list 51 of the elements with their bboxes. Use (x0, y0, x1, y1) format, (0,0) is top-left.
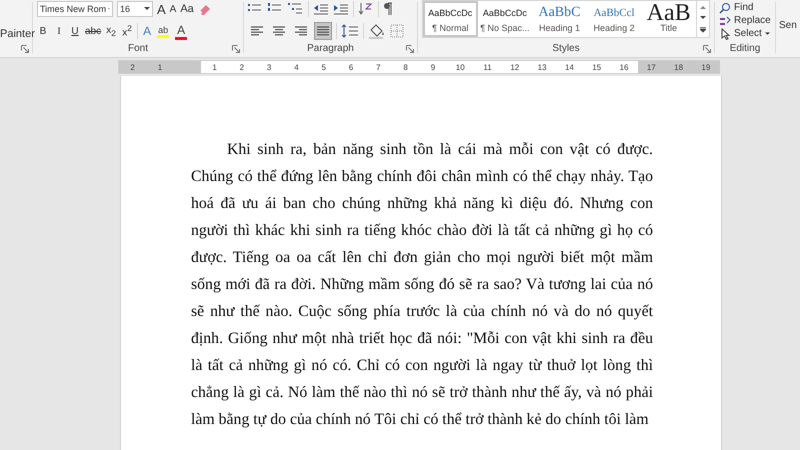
styles-group-label: Styles (551, 43, 581, 56)
select-button[interactable]: Select (719, 27, 771, 40)
font-group-label: Font (126, 43, 149, 56)
highlight-button[interactable]: ab (156, 24, 170, 38)
expand-gallery-icon[interactable] (700, 27, 706, 34)
paint-bucket-icon[interactable] (368, 23, 386, 39)
ruler-mark: 2 (119, 61, 146, 73)
bold-button[interactable]: B (37, 26, 49, 36)
paragraph-group-label: Paragraph (306, 43, 355, 56)
eraser-icon[interactable] (198, 2, 212, 16)
sort-icon[interactable] (358, 2, 374, 16)
scroll-up-icon[interactable] (700, 4, 706, 9)
style-option[interactable]: AaBbCcDc ¶ Normal (423, 1, 478, 37)
pilcrow-icon[interactable] (383, 2, 393, 16)
italic-button[interactable]: I (53, 26, 65, 36)
text-effects-button[interactable]: A (142, 24, 152, 38)
font-name-field[interactable]: Times New Rom (37, 1, 113, 17)
subscript-button[interactable]: x$_{2}$ (105, 24, 118, 38)
dialog-launcher-icon[interactable] (703, 45, 711, 53)
dialog-launcher-icon[interactable] (21, 45, 29, 53)
cursor-icon (719, 28, 731, 40)
change-case-button[interactable]: Aa (180, 3, 194, 15)
ribbon-button[interactable]: Sen (779, 20, 797, 31)
ruler-mark: 1 (146, 61, 174, 73)
dialog-launcher-icon[interactable] (232, 45, 240, 53)
shrink-font-button[interactable]: A (170, 4, 176, 14)
search-icon (719, 2, 731, 14)
dropdown-arrow-icon[interactable] (144, 7, 150, 11)
find-button[interactable]: Find (719, 1, 771, 14)
increase-indent-icon[interactable] (333, 2, 349, 16)
font-color-button[interactable]: A (174, 22, 188, 40)
grow-font-button[interactable]: A (157, 2, 166, 16)
caret-icon (764, 32, 770, 36)
line-spacing-icon[interactable] (341, 24, 359, 38)
dialog-launcher-icon[interactable] (406, 45, 414, 53)
underline-button[interactable]: U (69, 26, 81, 36)
superscript-button[interactable]: x$^{2}$ (121, 23, 134, 39)
scroll-down-icon[interactable] (700, 16, 706, 20)
ruler-mark: 17 (638, 61, 665, 73)
ruler-mark: 19 (692, 61, 720, 73)
justify-button[interactable] (314, 22, 332, 40)
replace-icon (719, 14, 731, 26)
font-size-field[interactable]: 16 (117, 1, 153, 17)
borders-icon[interactable] (390, 24, 404, 38)
replace-button[interactable]: Replace (719, 14, 771, 27)
body-paragraph: Khi sinh ra, bản năng sinh tồn là cái mà mỗi con vật có được. Chúng có thể đứng lên bằng chính đôi chân mình có thể chạy nhảy. Tạo hoá đã ưu ái ban cho chúng những khả năng kì diệu đó. Nhưng con người thì khác khi sinh ra tiếng khóc chào đời là tất cả những gì họ có được. Tiếng oa oa cất lên chỉ đơn giản cho mọi người biết một mầm sống mới đã ra đời. Những mầm sống đó sẽ ra sao? Và tương lai của nó sẽ như thế nào. Cuộc sống phía trước là của chính nó và do nó quyết định. Giống như một nhà triết học đã nói: "Mỗi con vật khi sinh ra đều là tất cả những gì nó có. Chỉ có con người là ngay từ thuở lọt lòng thì chẳng là gì cả. Nó làm thế nào thì nó sẽ trở thành như thế ấy, và nó phải làm bằng tự do của chính nó Tôi chỉ có thể trở thành kẻ do chính tôi làm (191, 140, 653, 430)
ruler-mark: 18 (664, 61, 692, 73)
multilevel-list-icon[interactable] (288, 2, 304, 16)
strikethrough-button[interactable]: abc (85, 26, 102, 36)
decrease-indent-icon[interactable] (313, 2, 329, 16)
editing-group-label: Editing (728, 43, 762, 56)
